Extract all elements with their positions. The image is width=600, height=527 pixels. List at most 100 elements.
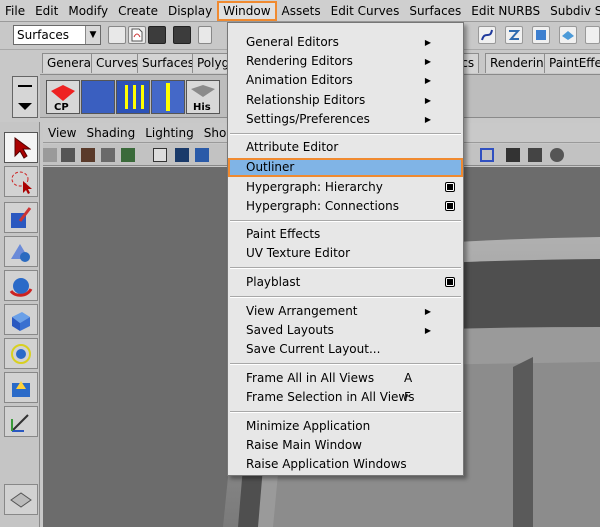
select-camera-icon[interactable] [43,148,57,162]
shelf-tab-painteffects[interactable]: PaintEffe [544,53,600,73]
triangle-right-icon: ▶ [424,38,431,47]
layout-single-icon[interactable] [4,484,38,515]
universal-manipulator-icon[interactable] [4,338,38,369]
loft-surface-icon[interactable] [116,80,150,114]
shelf-tab-curves[interactable]: Curves [91,53,143,73]
menu-item-raise-main-window[interactable]: Raise Main Window [228,436,463,455]
option-box-icon[interactable] [445,277,455,287]
select-mode-icon[interactable] [198,26,212,44]
menu-item-minimize-application[interactable]: Minimize Application [228,417,463,436]
shelf-menu-button[interactable] [12,76,38,118]
shelf-tab-surfaces[interactable]: Surfaces [137,53,199,73]
menu-edit-curves[interactable]: Edit Curves [326,1,405,21]
menu-modify[interactable]: Modify [63,1,113,21]
menu-surfaces[interactable]: Surfaces [404,1,466,21]
cp-label: CP [54,102,69,113]
menu-item-saved-layouts[interactable]: Saved Layouts ▶ [228,321,463,340]
snap-curve-icon[interactable] [478,26,496,44]
menu-item-relationship-editors[interactable]: Relationship Editors ▶ [228,91,463,110]
arrow-cursor-icon[interactable] [4,132,38,163]
shortcut-label: A [404,371,413,385]
menu-item-frame-selection[interactable]: Frame Selection in All Views F [228,388,463,407]
menu-set-value: Surfaces [17,28,69,42]
lasso-icon[interactable] [4,166,38,197]
menu-separator [230,133,461,135]
frame-icon[interactable] [480,148,494,162]
menu-separator [230,296,461,298]
menu-file[interactable]: File [0,1,30,21]
bookmark-icon[interactable] [81,148,95,162]
menu-create[interactable]: Create [113,1,163,21]
menu-separator [230,411,461,413]
xray-icon[interactable] [506,148,520,162]
option-box-icon[interactable] [445,201,455,211]
menu-separator [230,220,461,222]
save-scene-icon[interactable] [173,26,191,44]
menu-item-uv-texture-editor[interactable]: UV Texture Editor [228,244,463,263]
paint-brush-icon[interactable] [4,202,38,233]
wireframe-icon[interactable] [153,148,167,162]
new-scene-icon[interactable] [108,26,126,44]
texture-icon[interactable] [195,148,209,162]
snap-point-icon[interactable] [505,26,523,44]
menu-item-rendering-editors[interactable]: Rendering Editors ▶ [228,52,463,71]
triangle-right-icon: ▶ [424,115,431,124]
panel-menu-lighting[interactable]: Lighting [140,126,199,140]
window-menu-dropdown: General Editors ▶ Rendering Editors ▶ Anim… [227,22,464,476]
his-label: His [193,102,211,113]
menu-edit-nurbs[interactable]: Edit NURBS [466,1,545,21]
scale-icon[interactable] [4,304,38,335]
menu-separator [230,363,461,365]
show-manipulator-icon[interactable] [4,406,38,437]
menu-item-general-editors[interactable]: General Editors ▶ [228,33,463,52]
triangle-right-icon: ▶ [424,57,431,66]
file-pdf-icon[interactable] [128,26,146,44]
menu-item-outliner[interactable]: Outliner [228,158,463,177]
menu-display[interactable]: Display [163,1,217,21]
menu-assets[interactable]: Assets [277,1,326,21]
menu-item-playblast[interactable]: Playblast [228,273,463,292]
camera-icon[interactable] [61,148,75,162]
open-scene-icon[interactable] [148,26,166,44]
toolbox [0,122,40,527]
menu-separator [230,267,461,269]
smooth-shade-icon[interactable] [175,148,189,162]
menu-edit[interactable]: Edit [30,1,63,21]
image-plane-icon[interactable] [101,148,115,162]
grid-icon[interactable] [121,148,135,162]
shortcut-label: F [404,390,411,404]
menu-window[interactable]: Window [217,0,277,21]
isolate-icon[interactable] [528,148,542,162]
menu-item-hypergraph-connections[interactable]: Hypergraph: Connections [228,197,463,216]
snap-extra-icon[interactable] [585,26,600,44]
menu-item-attribute-editor[interactable]: Attribute Editor [228,138,463,157]
menu-item-view-arrangement[interactable]: View Arrangement ▶ [228,302,463,321]
option-box-icon[interactable] [445,182,455,192]
soft-modify-icon[interactable] [4,372,38,403]
triangle-right-icon: ▶ [424,96,431,105]
triangle-right-icon: ▶ [424,307,431,316]
menu-item-animation-editors[interactable]: Animation Editors ▶ [228,71,463,90]
menu-item-save-current-layout[interactable]: Save Current Layout... [228,340,463,359]
panel-menu-view[interactable]: View [43,126,81,140]
triangle-right-icon: ▶ [424,76,431,85]
menu-item-frame-all[interactable]: Frame All in All Views A [228,369,463,388]
snap-surface-icon[interactable] [559,26,577,44]
move-icon[interactable] [4,236,38,267]
planar-surface-icon[interactable] [151,80,185,114]
rotate-icon[interactable] [4,270,38,301]
menu-item-hypergraph-hierarchy[interactable]: Hypergraph: Hierarchy [228,178,463,197]
nurbs-surface-icon[interactable] [81,80,115,114]
cp-curve-icon[interactable]: CP [46,80,80,114]
menu-item-raise-application-windows[interactable]: Raise Application Windows [228,455,463,474]
history-icon[interactable]: His [186,80,220,114]
triangle-right-icon: ▶ [424,326,431,335]
menu-set-dropdown[interactable]: Surfaces ▼ [13,25,101,45]
panel-menu-shading[interactable]: Shading [81,126,140,140]
hud-icon[interactable] [550,148,564,162]
menu-subdiv-surfaces[interactable]: Subdiv Su [545,1,600,21]
menu-item-paint-effects[interactable]: Paint Effects [228,225,463,244]
snap-view-icon[interactable] [532,26,550,44]
chevron-down-icon[interactable]: ▼ [85,26,100,44]
menu-item-settings-preferences[interactable]: Settings/Preferences ▶ [228,110,463,129]
